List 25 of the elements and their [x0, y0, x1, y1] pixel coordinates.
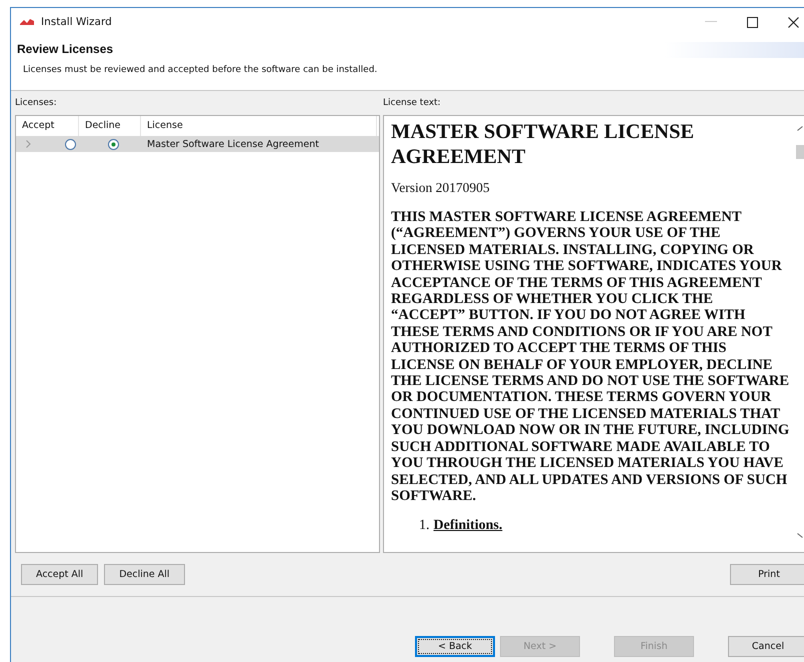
licenses-label: Licenses: [15, 98, 58, 108]
list-action-button[interactable]: Decline All [104, 564, 185, 585]
page-description: Licenses must be reviewed and accepted before the software can be installed. [23, 65, 378, 75]
maximize-icon[interactable] [747, 16, 758, 28]
close-icon[interactable] [788, 16, 799, 28]
print-button[interactable]: Print [730, 564, 804, 585]
wizard-button[interactable]: < Back [415, 636, 495, 657]
license-name: Master Software License Agreement [146, 138, 320, 150]
accept-radio[interactable] [65, 138, 76, 150]
wizard-button[interactable]: Cancel [728, 636, 804, 657]
scroll-up-icon[interactable] [797, 126, 803, 131]
license-heading: MASTER SOFTWARE LICENSE AGREEMENT [391, 120, 696, 170]
scroll-down-icon[interactable] [797, 533, 803, 538]
scroll-thumb[interactable] [796, 145, 804, 159]
section-number: 1. [419, 518, 430, 534]
license-version: Version 20170905 [391, 180, 491, 196]
page-title: Review Licenses [17, 42, 114, 56]
window-title: Install Wizard [41, 16, 112, 28]
app-logo-icon [19, 18, 35, 26]
license-text-label: License text: [383, 98, 441, 108]
license-paragraph: THIS MASTER SOFTWARE LICENSE AGREEMENT (“AGREEMENT”) GOVERNS YOUR USE OF THE LICENSED MATERIALS. INSTALLING, COPYING OR OTHERWISE USING THE SOFTWARE, INDICATES YOUR ACCEPTANCE OF THE TERMS OF THIS AGREEMENT REGARDLESS OF WHETHER YOU CLICK THE “ACCEPT” BUTTON. IF YOU DO NOT AGREE WITH THESE TERMS AND CONDITIONS OR IF YOU ARE NOT AUTHORIZED TO ACCEPT THE TERMS OF THIS LICENSE ON BEHALF OF YOUR EMPLOYER, DECLINE THE LICENSE TERMS AND DO NOT USE THE SOFTWARE OR DOCUMENTATION. THESE TERMS GOVERN YOUR CONTINUED USE OF THE LICENSED MATERIALS THAT YOU DOWNLOAD NOW OR IN THE FUTURE, INCLUDING SUCH ADDITIONAL SOFTWARE MADE AVAILABLE TO YOU THROUGH THE LICENSED MATERIALS YOU HAVE SELECTED, AND ALL UPDATES AND VERSIONS OF SUCH SOFTWARE. [391, 209, 790, 504]
list-action-button[interactable]: Accept All [21, 564, 98, 585]
license-row[interactable]: Master Software License Agreement [16, 136, 379, 152]
decline-radio[interactable] [108, 138, 119, 150]
section-title: Definitions. [434, 518, 502, 534]
